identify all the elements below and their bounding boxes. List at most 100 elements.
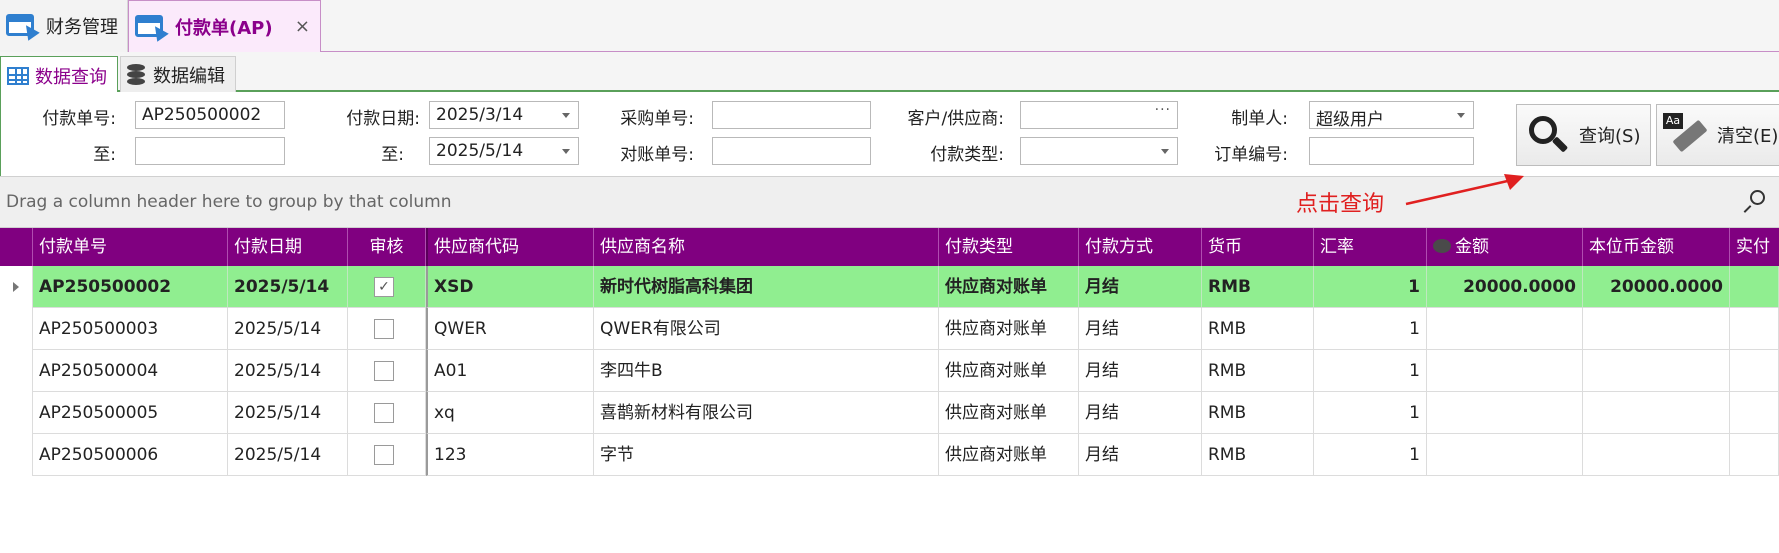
table-row[interactable]: AP250500006 2025/5/14 123 字节 供应商对账单 月结 RMB 1: [0, 434, 1779, 476]
audit-checkbox[interactable]: ✓: [374, 277, 394, 297]
cell-audited[interactable]: [348, 308, 426, 350]
creator-select[interactable]: 超级用户: [1309, 101, 1474, 130]
cell-pay-date[interactable]: 2025/5/14: [228, 350, 348, 392]
cell-supplier-code[interactable]: xq: [426, 392, 594, 434]
cell-currency[interactable]: RMB: [1202, 392, 1314, 434]
cell-currency[interactable]: RMB: [1202, 434, 1314, 476]
cell-pay-type[interactable]: 供应商对账单: [939, 308, 1079, 350]
cell-pay-method[interactable]: 月结: [1079, 308, 1202, 350]
cell-rate[interactable]: 1: [1314, 434, 1427, 476]
pay-date-to-select[interactable]: 2025/5/14: [429, 137, 579, 165]
cell-currency[interactable]: RMB: [1202, 266, 1314, 308]
audit-checkbox[interactable]: [374, 361, 394, 381]
audit-checkbox[interactable]: [374, 445, 394, 465]
cell-supplier-code[interactable]: 123: [426, 434, 594, 476]
cell-pay-date[interactable]: 2025/5/14: [228, 266, 348, 308]
cell-pay-no[interactable]: AP250500003: [33, 308, 228, 350]
chevron-down-icon[interactable]: [1161, 149, 1169, 154]
cell-pay-method[interactable]: 月结: [1079, 350, 1202, 392]
tab-finance-management[interactable]: 财务管理: [0, 0, 128, 52]
cell-paid[interactable]: [1730, 434, 1779, 476]
cell-pay-no[interactable]: AP250500005: [33, 392, 228, 434]
cell-audited[interactable]: [348, 350, 426, 392]
cell-supplier-name[interactable]: 新时代树脂高科集团: [594, 266, 939, 308]
cell-rate[interactable]: 1: [1314, 350, 1427, 392]
cell-base-amount[interactable]: [1583, 308, 1730, 350]
chevron-down-icon[interactable]: [562, 113, 570, 118]
clear-button[interactable]: Aa 清空(E): [1656, 104, 1779, 166]
table-row[interactable]: AP250500005 2025/5/14 xq 喜鹊新材料有限公司 供应商对账单 月结 R…: [0, 392, 1779, 434]
cell-base-amount[interactable]: [1583, 350, 1730, 392]
query-button[interactable]: 查询(S): [1516, 104, 1651, 166]
row-indicator[interactable]: [0, 350, 33, 392]
supplier-picker[interactable]: ···: [1020, 101, 1178, 129]
cell-pay-date[interactable]: 2025/5/14: [228, 434, 348, 476]
cell-supplier-name[interactable]: QWER有限公司: [594, 308, 939, 350]
ellipsis-icon[interactable]: ···: [1155, 102, 1171, 118]
cell-supplier-code[interactable]: A01: [426, 350, 594, 392]
cell-paid[interactable]: [1730, 392, 1779, 434]
cell-supplier-code[interactable]: XSD: [426, 266, 594, 308]
header-pay-date[interactable]: 付款日期: [228, 228, 348, 266]
cell-pay-date[interactable]: 2025/5/14: [228, 392, 348, 434]
cell-pay-type[interactable]: 供应商对账单: [939, 434, 1079, 476]
cell-amount[interactable]: [1427, 350, 1583, 392]
tab-data-query[interactable]: 数据查询: [0, 56, 118, 94]
cell-amount[interactable]: 20000.0000: [1427, 266, 1583, 308]
cell-pay-no[interactable]: AP250500006: [33, 434, 228, 476]
cell-pay-no[interactable]: AP250500002: [33, 266, 228, 308]
cell-pay-date[interactable]: 2025/5/14: [228, 308, 348, 350]
cell-paid[interactable]: [1730, 308, 1779, 350]
row-indicator[interactable]: [0, 392, 33, 434]
table-row[interactable]: AP250500004 2025/5/14 A01 李四牛B 供应商对账单 月结 RMB 1: [0, 350, 1779, 392]
cell-pay-type[interactable]: 供应商对账单: [939, 350, 1079, 392]
cell-supplier-code[interactable]: QWER: [426, 308, 594, 350]
cell-paid[interactable]: [1730, 266, 1779, 308]
find-icon[interactable]: [1743, 190, 1765, 213]
row-indicator[interactable]: [0, 434, 33, 476]
header-pay-no[interactable]: 付款单号: [33, 228, 228, 266]
cell-audited[interactable]: ✓: [348, 266, 426, 308]
cell-audited[interactable]: [348, 434, 426, 476]
audit-checkbox[interactable]: [374, 403, 394, 423]
cell-currency[interactable]: RMB: [1202, 308, 1314, 350]
header-rate[interactable]: 汇率: [1314, 228, 1427, 266]
cell-pay-type[interactable]: 供应商对账单: [939, 266, 1079, 308]
chevron-down-icon[interactable]: [562, 149, 570, 154]
cell-supplier-name[interactable]: 喜鹊新材料有限公司: [594, 392, 939, 434]
header-base-amount[interactable]: 本位币金额: [1583, 228, 1730, 266]
purchase-no-input[interactable]: [712, 101, 871, 129]
cell-amount[interactable]: [1427, 308, 1583, 350]
header-supplier-name[interactable]: 供应商名称: [594, 228, 939, 266]
close-icon[interactable]: ×: [295, 16, 310, 37]
header-pay-type[interactable]: 付款类型: [939, 228, 1079, 266]
tab-payment-ap[interactable]: 付款单(AP) ×: [128, 0, 321, 53]
header-supplier-code[interactable]: 供应商代码: [426, 228, 594, 266]
cell-pay-method[interactable]: 月结: [1079, 266, 1202, 308]
audit-checkbox[interactable]: [374, 319, 394, 339]
pay-date-from-select[interactable]: 2025/3/14: [429, 101, 579, 129]
cell-base-amount[interactable]: [1583, 392, 1730, 434]
pay-no-to-input[interactable]: [135, 137, 285, 165]
cell-amount[interactable]: [1427, 392, 1583, 434]
cell-supplier-name[interactable]: 字节: [594, 434, 939, 476]
cell-pay-method[interactable]: 月结: [1079, 434, 1202, 476]
cell-paid[interactable]: [1730, 350, 1779, 392]
pay-no-input[interactable]: AP250500002: [135, 101, 285, 129]
pay-type-select[interactable]: [1020, 137, 1178, 165]
tab-data-edit[interactable]: 数据编辑: [120, 56, 236, 92]
table-row[interactable]: AP250500002 2025/5/14 ✓ XSD 新时代树脂高科集团 供应商对账单月…: [0, 266, 1779, 308]
header-audited[interactable]: 审核: [348, 228, 426, 266]
cell-rate[interactable]: 1: [1314, 266, 1427, 308]
order-no-input[interactable]: [1309, 137, 1474, 165]
cell-base-amount[interactable]: 20000.0000: [1583, 266, 1730, 308]
cell-audited[interactable]: [348, 392, 426, 434]
cell-pay-no[interactable]: AP250500004: [33, 350, 228, 392]
cell-base-amount[interactable]: [1583, 434, 1730, 476]
cell-pay-type[interactable]: 供应商对账单: [939, 392, 1079, 434]
cell-amount[interactable]: [1427, 434, 1583, 476]
row-indicator[interactable]: [0, 308, 33, 350]
cell-supplier-name[interactable]: 李四牛B: [594, 350, 939, 392]
header-paid[interactable]: 实付: [1730, 228, 1779, 266]
chevron-down-icon[interactable]: [1457, 113, 1465, 118]
